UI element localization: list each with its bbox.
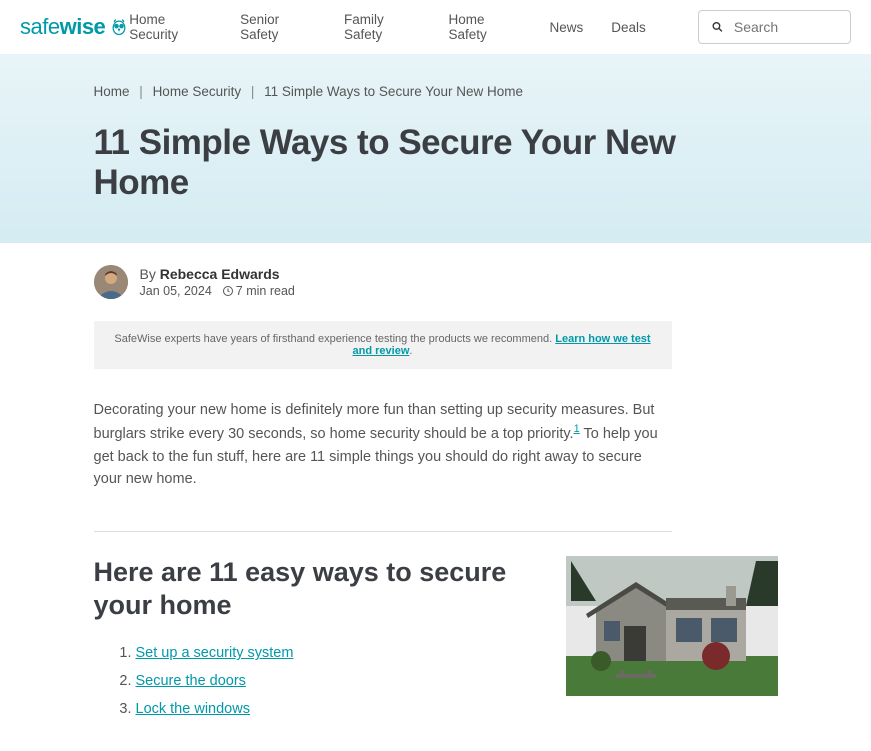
list-item: Lock the windows [136,701,546,717]
hero: Home | Home Security | 11 Simple Ways to… [0,54,871,243]
main-nav: Home Security Senior Safety Family Safet… [129,10,851,44]
owl-icon [109,17,129,37]
nav-news[interactable]: News [549,20,583,35]
intro-paragraph: Decorating your new home is definitely m… [94,399,672,491]
list-item: Secure the doors [136,673,546,689]
nav-home-safety[interactable]: Home Safety [448,12,521,42]
breadcrumb-home[interactable]: Home [94,84,130,99]
list-item: Set up a security system [136,645,546,661]
avatar[interactable] [94,265,128,299]
breadcrumb-sep: | [251,84,255,99]
nav-senior-safety[interactable]: Senior Safety [240,12,316,42]
author-row: By Rebecca Edwards Jan 05, 2024 7 min re… [94,265,778,299]
nav-deals[interactable]: Deals [611,20,646,35]
avatar-image [94,265,128,299]
search-box[interactable] [698,10,851,44]
ways-section: Here are 11 easy ways to secure your hom… [94,556,778,730]
breadcrumb-category[interactable]: Home Security [153,84,242,99]
search-icon [711,19,724,35]
read-time: 7 min read [236,284,295,298]
way-link-3[interactable]: Lock the windows [136,701,250,717]
article-meta: Jan 05, 2024 7 min read [140,284,295,298]
way-link-1[interactable]: Set up a security system [136,645,294,661]
logo-text: safewise [20,14,105,40]
disclaimer: SafeWise experts have years of firsthand… [94,321,672,369]
content: By Rebecca Edwards Jan 05, 2024 7 min re… [74,243,798,751]
divider [94,531,672,532]
breadcrumb: Home | Home Security | 11 Simple Ways to… [94,84,778,99]
header: safewise Home Security Senior Safety Fam… [0,0,871,54]
author-byline: By Rebecca Edwards [140,266,295,282]
nav-family-safety[interactable]: Family Safety [344,12,421,42]
ways-list: Set up a security system Secure the door… [94,645,546,717]
house-image [566,556,778,696]
publish-date: Jan 05, 2024 [140,284,212,298]
breadcrumb-current: 11 Simple Ways to Secure Your New Home [264,84,523,99]
nav-home-security[interactable]: Home Security [129,12,212,42]
logo[interactable]: safewise [20,14,129,40]
clock-icon [222,285,234,297]
author-name[interactable]: Rebecca Edwards [160,266,280,282]
search-input[interactable] [734,19,838,35]
breadcrumb-sep: | [139,84,143,99]
page-title: 11 Simple Ways to Secure Your New Home [94,123,778,203]
ways-heading: Here are 11 easy ways to secure your hom… [94,556,546,624]
way-link-2[interactable]: Secure the doors [136,673,246,689]
